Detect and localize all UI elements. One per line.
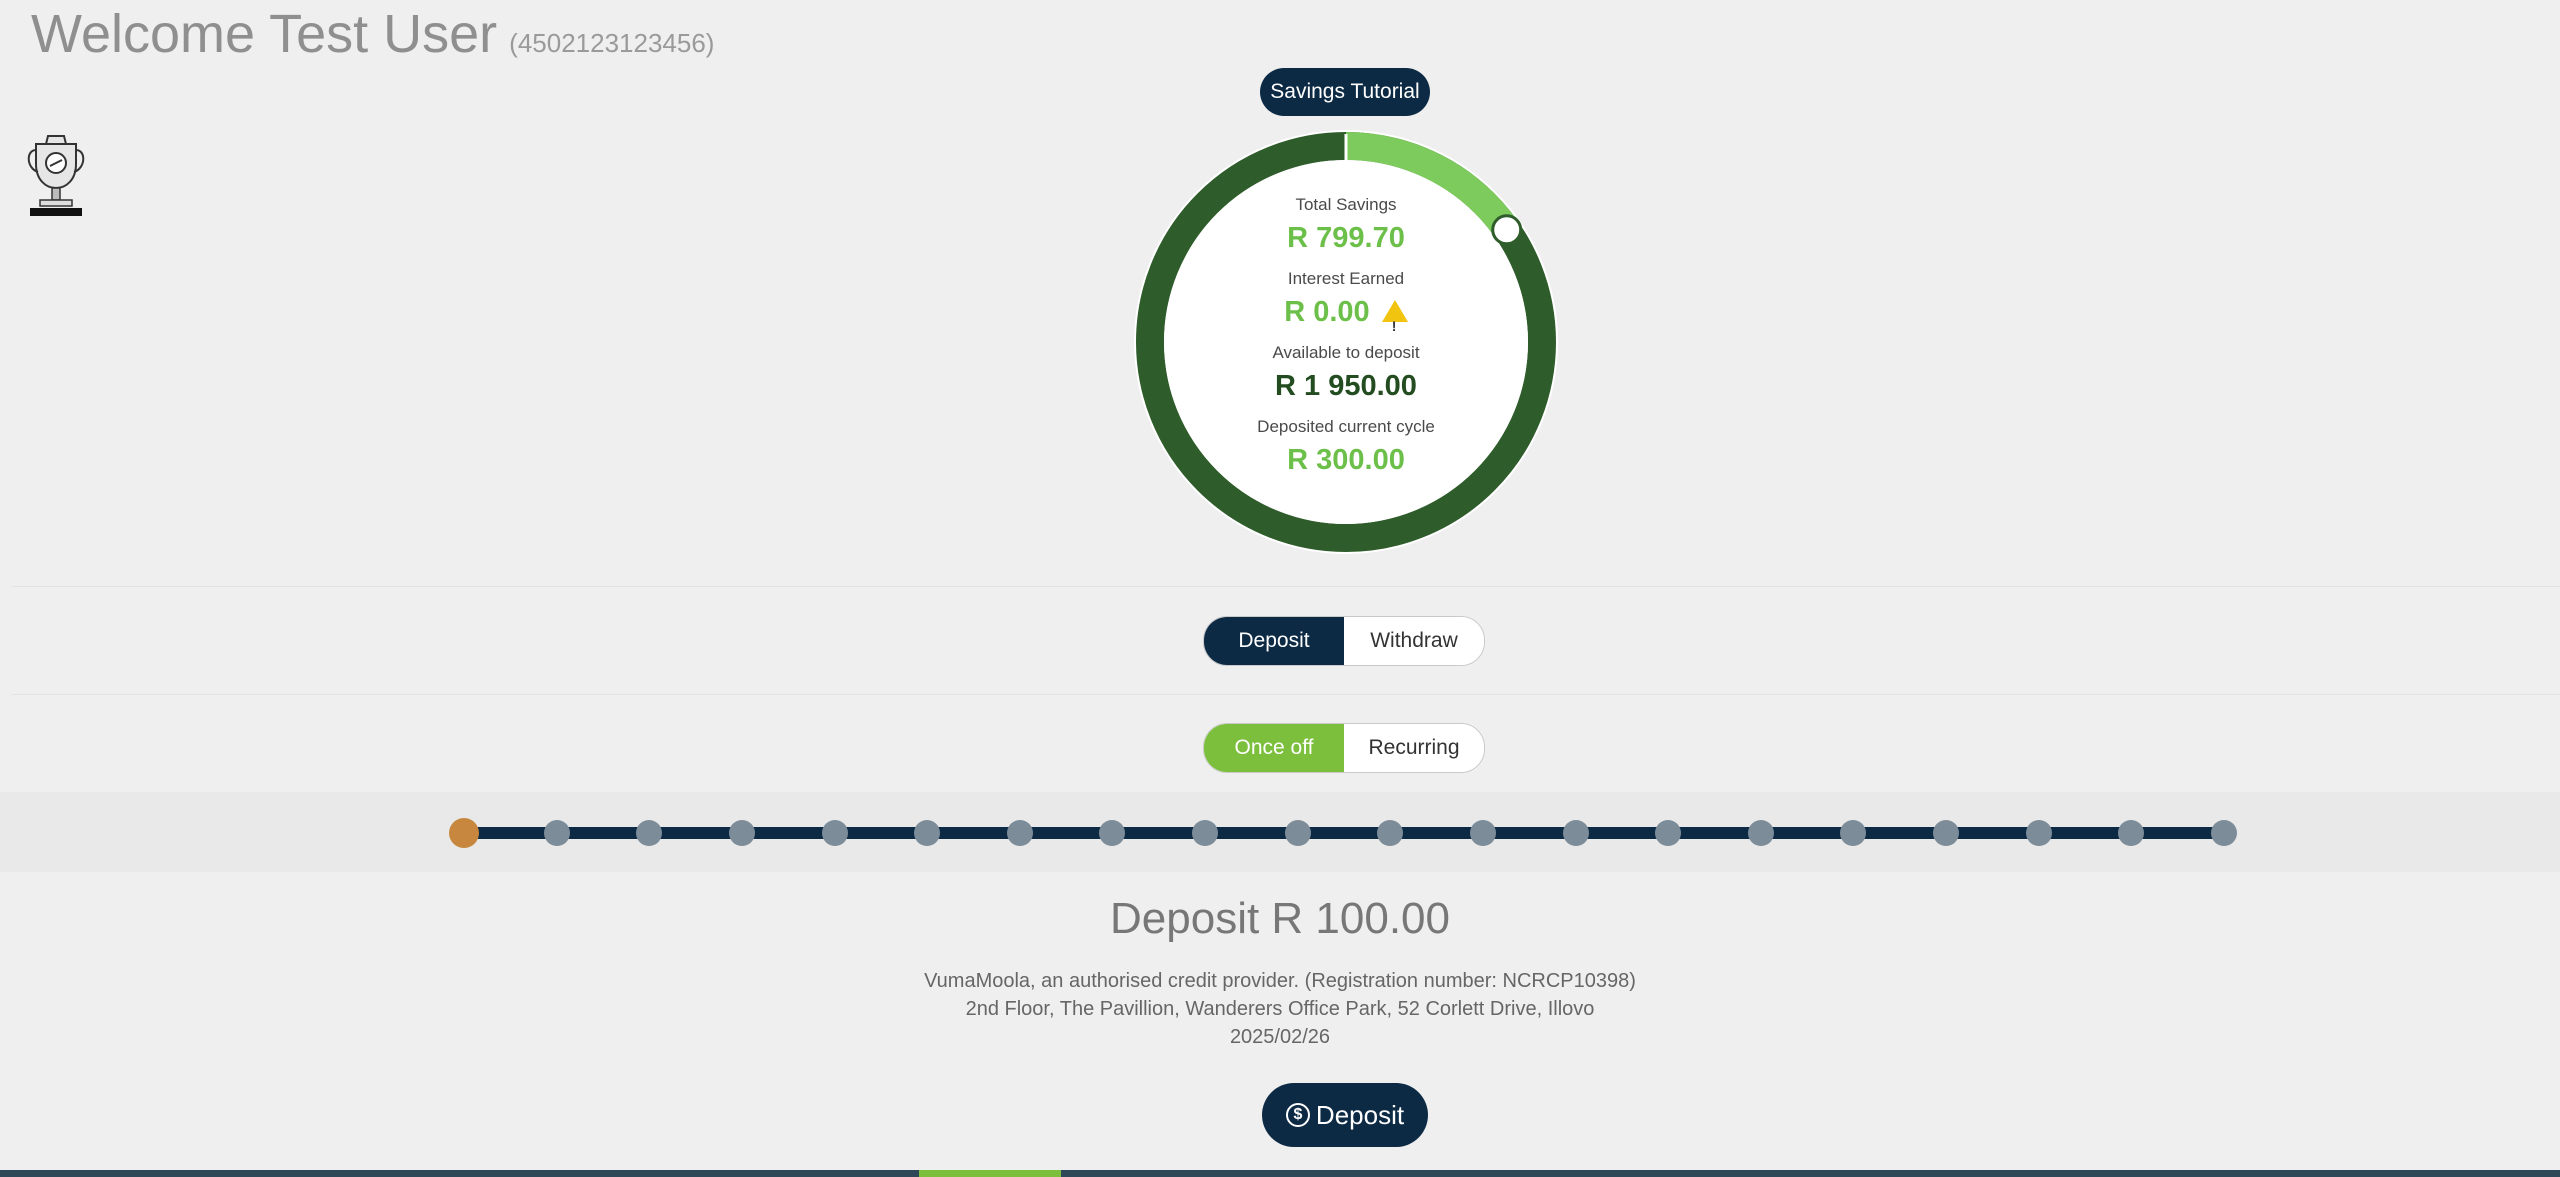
savings-ring: Total Savings R 799.70 Interest Earned R… bbox=[1134, 130, 1558, 554]
slider-step[interactable] bbox=[1840, 820, 1867, 846]
available-to-deposit-value: R 1 950.00 bbox=[1275, 370, 1417, 402]
interest-earned-row: R 0.00 bbox=[1284, 290, 1408, 348]
slider-step[interactable] bbox=[1469, 820, 1496, 846]
slider-handle[interactable] bbox=[449, 818, 479, 848]
slider-step[interactable] bbox=[1006, 820, 1033, 846]
recurring-tab[interactable]: Recurring bbox=[1344, 724, 1484, 772]
slider-step[interactable] bbox=[1284, 820, 1311, 846]
slider-step[interactable] bbox=[1655, 820, 1682, 846]
slider-step[interactable] bbox=[543, 820, 570, 846]
amount-slider[interactable] bbox=[449, 818, 2237, 848]
interest-earned-label: Interest Earned bbox=[1287, 269, 1405, 288]
withdraw-tab[interactable]: Withdraw bbox=[1344, 617, 1484, 665]
trophy-icon[interactable] bbox=[22, 130, 90, 218]
slider-step[interactable] bbox=[1933, 820, 1960, 846]
welcome-heading: Welcome Test User (4502123123456) bbox=[31, 2, 714, 75]
dollar-circle-icon: $ bbox=[1285, 1103, 1310, 1127]
deposit-amount-title: Deposit R 100.00 bbox=[1110, 894, 1450, 943]
slider-step[interactable] bbox=[2211, 820, 2237, 846]
deposit-withdraw-toggle: Deposit Withdraw bbox=[1203, 616, 1485, 666]
slider-step[interactable] bbox=[2025, 820, 2052, 846]
deposited-current-cycle-value: R 300.00 bbox=[1287, 444, 1405, 476]
total-savings-label: Total Savings bbox=[1295, 195, 1397, 214]
available-to-deposit-label: Available to deposit bbox=[1272, 343, 1420, 362]
slider-step[interactable] bbox=[2118, 820, 2145, 846]
slider-step[interactable] bbox=[821, 820, 848, 846]
user-id-number: (4502123123456) bbox=[509, 28, 715, 58]
slider-step[interactable] bbox=[1192, 820, 1219, 846]
slider-step[interactable] bbox=[1099, 820, 1126, 846]
divider bbox=[12, 586, 2560, 587]
total-savings-value: R 799.70 bbox=[1287, 222, 1405, 254]
slider-step[interactable] bbox=[728, 820, 755, 846]
deposit-button[interactable]: $ Deposit bbox=[1262, 1083, 1428, 1147]
deposit-date: 2025/02/26 bbox=[1229, 1026, 1331, 1048]
savings-summary: Total Savings R 799.70 Interest Earned R… bbox=[1134, 130, 1558, 554]
bottom-nav-active-tab[interactable] bbox=[919, 1170, 1061, 1177]
divider bbox=[12, 694, 2560, 695]
warning-icon[interactable] bbox=[1381, 300, 1408, 348]
bottom-nav-bar bbox=[0, 1170, 2560, 1177]
provider-info: VumaMoola, an authorised credit provider… bbox=[924, 970, 1636, 992]
slider-step[interactable] bbox=[636, 820, 663, 846]
slider-step[interactable] bbox=[1377, 820, 1404, 846]
frequency-toggle: Once off Recurring bbox=[1203, 723, 1485, 773]
deposit-tab[interactable]: Deposit bbox=[1204, 617, 1344, 665]
slider-step[interactable] bbox=[1562, 820, 1589, 846]
deposit-button-label: Deposit bbox=[1315, 1099, 1405, 1130]
slider-step[interactable] bbox=[1747, 820, 1774, 846]
interest-earned-value: R 0.00 bbox=[1284, 296, 1370, 328]
slider-step[interactable] bbox=[914, 820, 941, 846]
savings-tutorial-button[interactable]: Savings Tutorial bbox=[1260, 68, 1430, 116]
once-off-tab[interactable]: Once off bbox=[1204, 724, 1344, 772]
deposited-current-cycle-label: Deposited current cycle bbox=[1257, 417, 1435, 436]
provider-address: 2nd Floor, The Pavillion, Wanderers Offi… bbox=[965, 998, 1595, 1020]
welcome-text: Welcome Test User bbox=[31, 4, 498, 64]
savings-page: Welcome Test User (4502123123456) Savings… bbox=[0, 0, 2560, 1177]
